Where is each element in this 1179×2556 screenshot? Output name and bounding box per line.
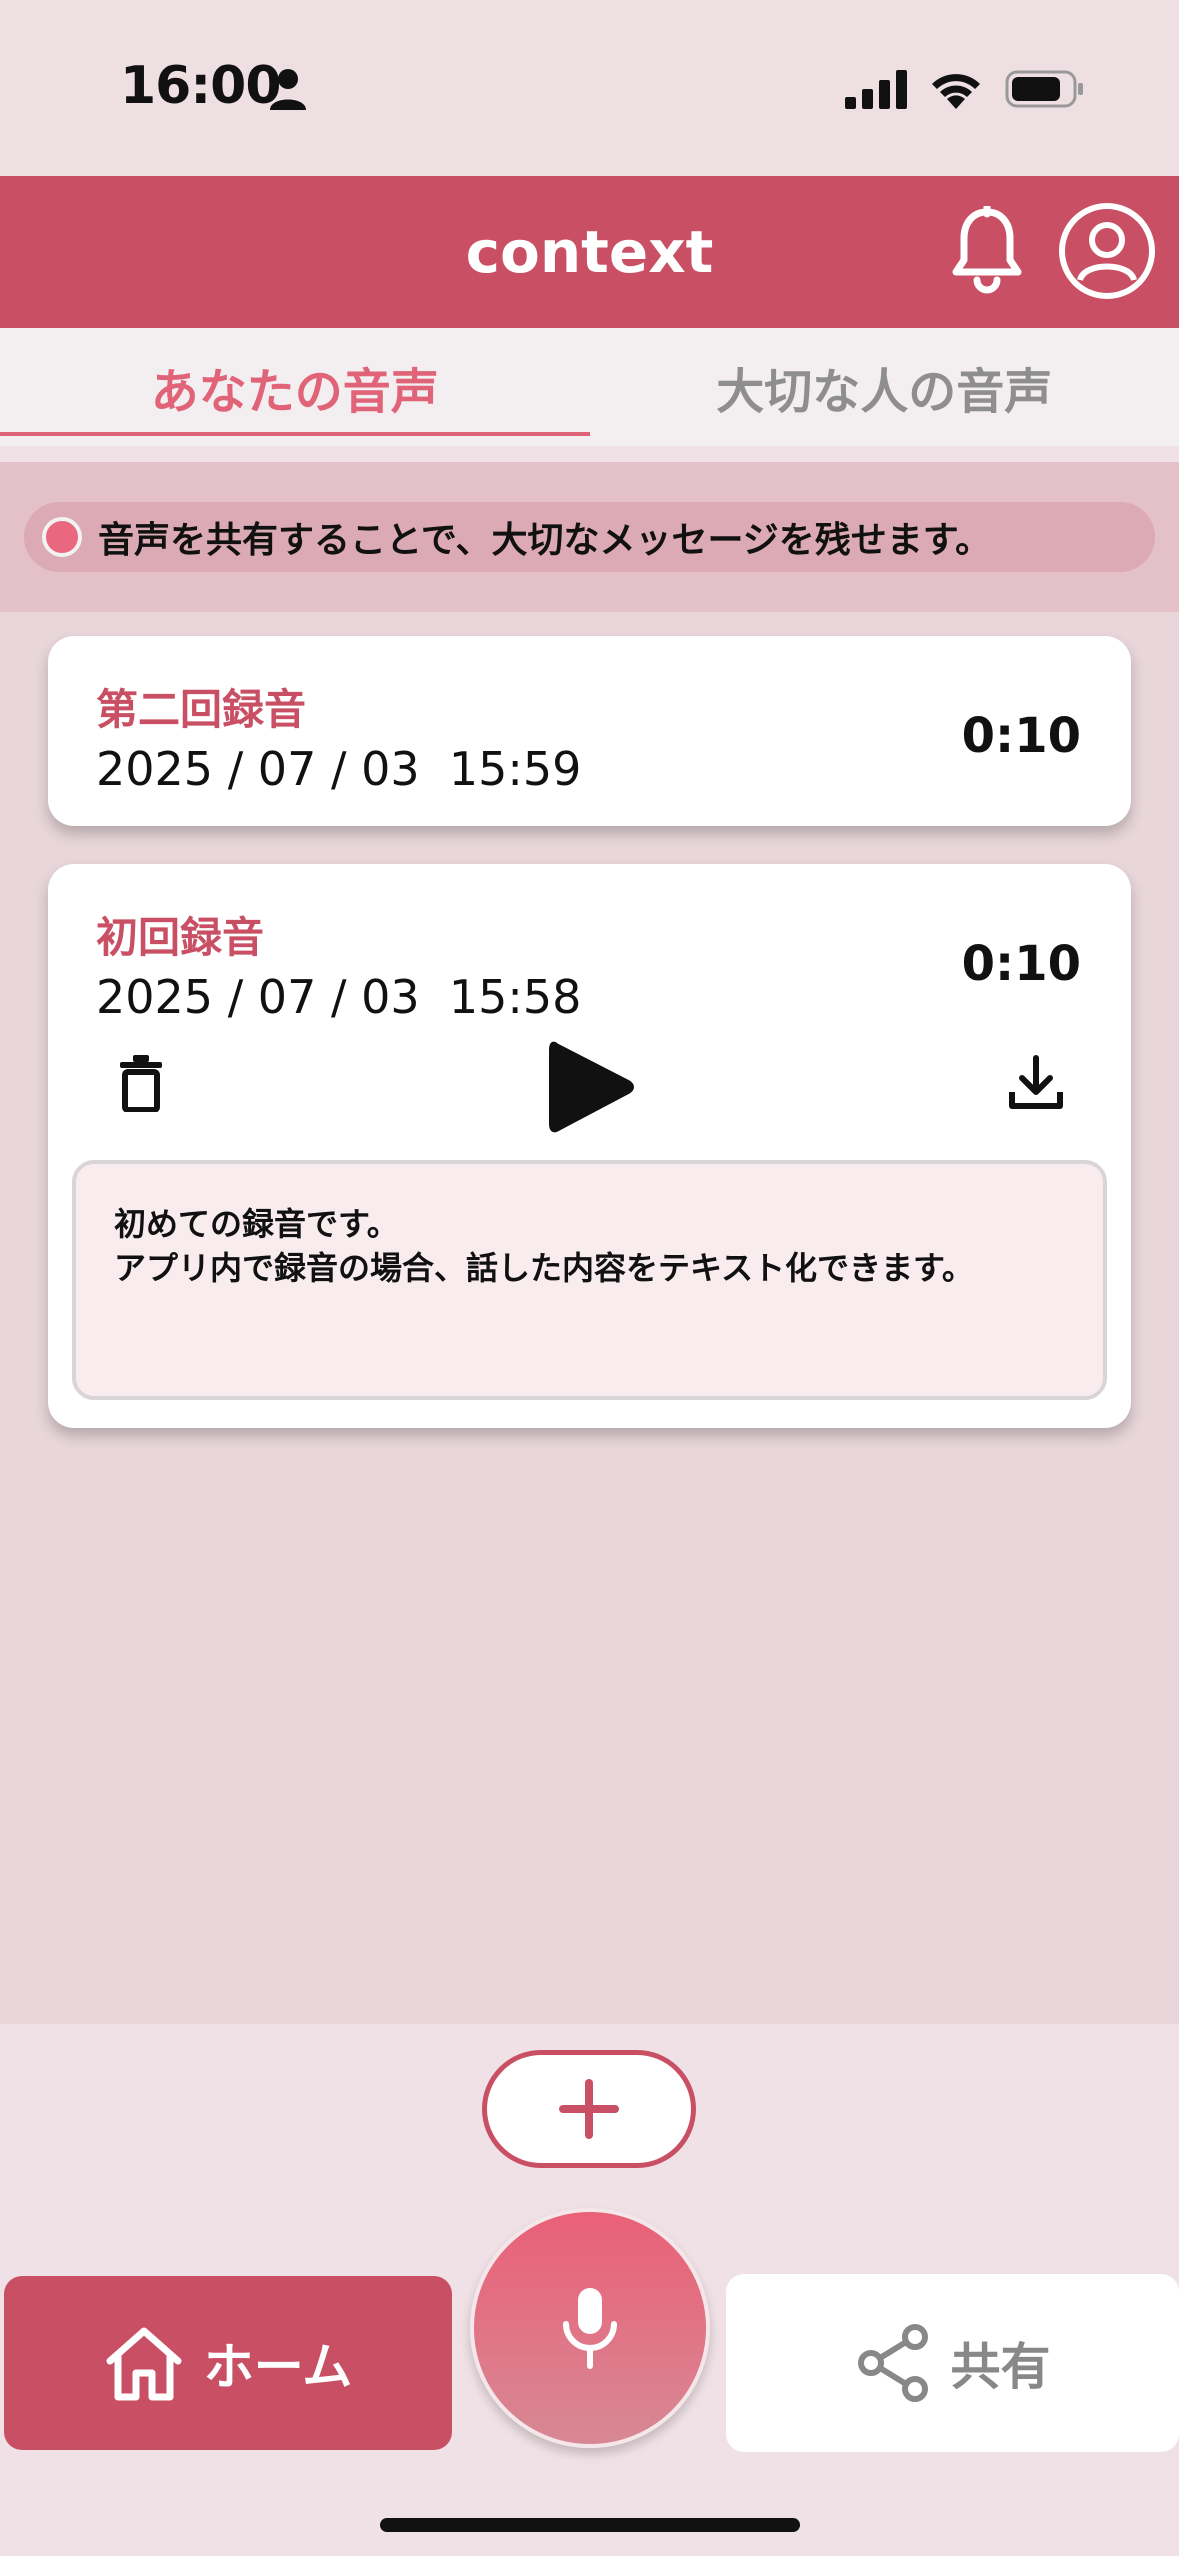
person-icon: [270, 69, 306, 110]
recording-date: 2025 / 07 / 03 15:58: [96, 970, 582, 1024]
notice-dot-icon: [42, 517, 82, 557]
tab-your-voice[interactable]: あなたの音声: [0, 328, 590, 446]
recording-card[interactable]: 第二回録音 2025 / 07 / 03 15:59 0:10: [48, 636, 1131, 826]
recording-title: 初回録音: [96, 913, 265, 962]
share-nav-label: 共有: [950, 2338, 1051, 2396]
transcript-line: 初めての録音です。: [114, 1205, 399, 1243]
trash-icon[interactable]: [118, 1054, 164, 1112]
play-icon[interactable]: [546, 1038, 634, 1136]
share-icon: [857, 2324, 928, 2402]
profile-icon[interactable]: [1058, 202, 1156, 300]
battery-icon: [1005, 70, 1083, 108]
download-icon[interactable]: [1008, 1054, 1064, 1110]
add-button[interactable]: [482, 2050, 696, 2168]
notice-band: 音声を共有することで、大切なメッセージを残せます。: [0, 462, 1179, 612]
status-time: 16:00: [120, 56, 282, 116]
recording-title: 第二回録音: [96, 685, 307, 734]
recording-duration: 0:10: [961, 936, 1081, 992]
home-nav-button[interactable]: ホーム: [4, 2276, 452, 2450]
app-header: context: [0, 176, 1179, 328]
home-indicator: [380, 2518, 800, 2532]
notice-text: 音声を共有することで、大切なメッセージを残せます。: [98, 520, 992, 561]
share-nav-button[interactable]: 共有: [726, 2274, 1179, 2452]
status-bar: 16:00: [0, 0, 1179, 176]
plus-icon: [559, 2079, 619, 2139]
notice-banner: 音声を共有することで、大切なメッセージを残せます。: [24, 502, 1155, 572]
home-icon: [106, 2327, 182, 2401]
status-icons: [845, 64, 1085, 114]
transcript-line: アプリ内で録音の場合、話した内容をテキスト化できます。: [114, 1249, 974, 1287]
signal-icon: [845, 70, 907, 109]
tab-loved-ones-voice[interactable]: 大切な人の音声: [590, 328, 1179, 446]
home-nav-label: ホーム: [203, 2338, 353, 2396]
mic-icon: [563, 2288, 617, 2369]
bell-icon[interactable]: [950, 206, 1024, 294]
transcript-box: 初めての録音です。 アプリ内で録音の場合、話した内容をテキスト化できます。: [72, 1160, 1107, 1400]
recording-card-expanded[interactable]: 初回録音 2025 / 07 / 03 15:58 0:10 初めての録音です。…: [48, 864, 1131, 1428]
wifi-icon: [932, 74, 980, 109]
recording-date: 2025 / 07 / 03 15:59: [96, 742, 582, 796]
tab-bar: あなたの音声 大切な人の音声: [0, 328, 1179, 446]
main-content: 音声を共有することで、大切なメッセージを残せます。 第二回録音 2025 / 0…: [0, 462, 1179, 2024]
mic-record-button[interactable]: [470, 2208, 710, 2448]
recording-duration: 0:10: [961, 708, 1081, 764]
